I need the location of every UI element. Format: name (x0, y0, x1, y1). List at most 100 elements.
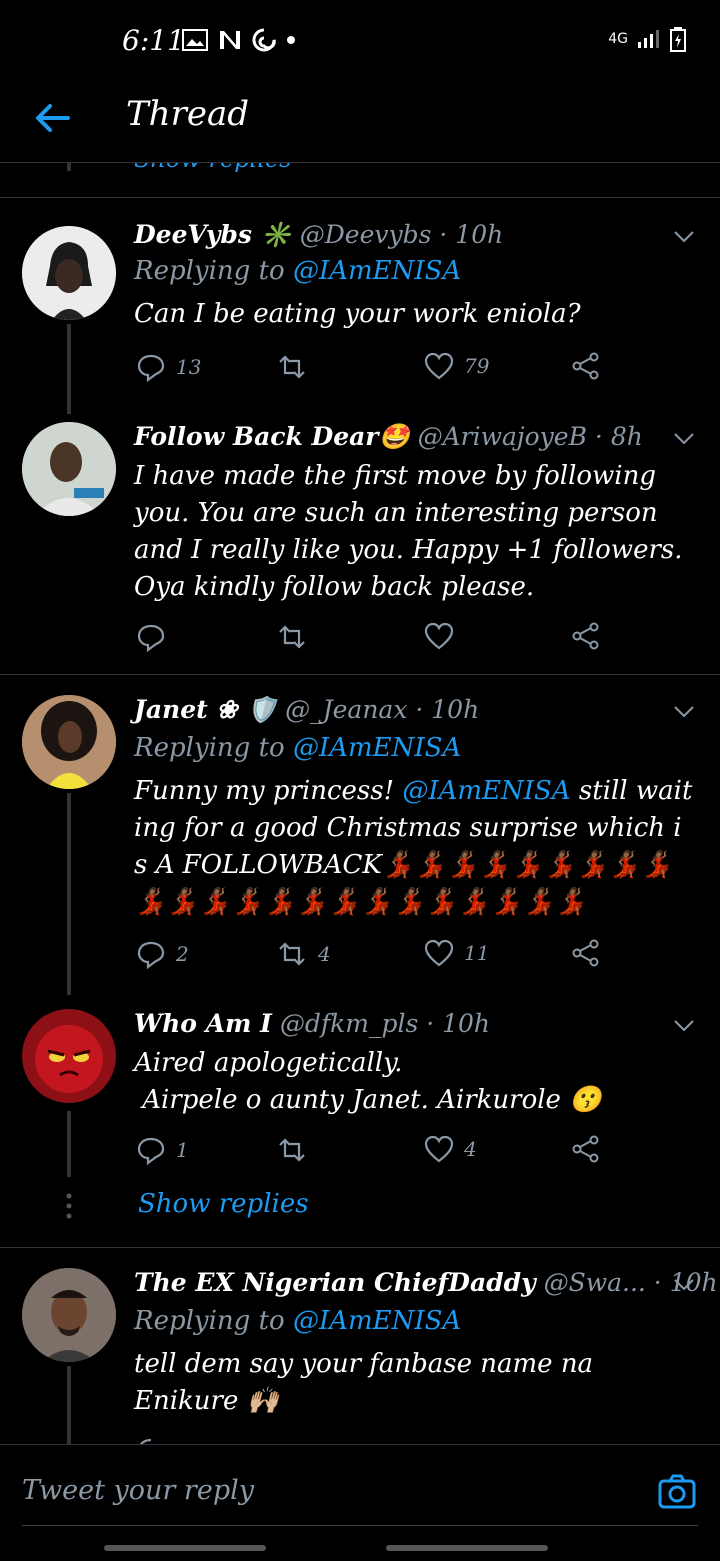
like-button[interactable]: 11 (424, 939, 489, 967)
avatar[interactable] (22, 1009, 116, 1103)
chevron-down-icon[interactable] (672, 699, 696, 723)
tweet-follow-back-dear[interactable]: Follow Back Dear🤩 @AriwajoyeB · 8h I hav… (0, 414, 720, 674)
tweet-text: Aired apologetically. Airpele o aunty Ja… (134, 1048, 602, 1115)
show-replies-peek[interactable]: Show replies (134, 163, 291, 173)
like-count: 11 (464, 941, 490, 965)
replying-to: Replying to @IAmENISA (134, 733, 462, 763)
share-button[interactable] (572, 939, 600, 967)
tweet-actions-partial (136, 1436, 616, 1444)
tweet-janet[interactable]: Janet ❀ 🛡️ @_Jeanax · 10h Replying to @I… (0, 675, 720, 995)
chevron-down-icon[interactable] (672, 426, 696, 450)
retweet-button[interactable]: 4 (276, 939, 331, 969)
reply-icon (137, 354, 165, 382)
reply-icon (137, 624, 165, 652)
tweet-text: I have made the first move by following … (134, 461, 683, 602)
swirl-icon (252, 28, 276, 52)
retweet-button[interactable] (276, 622, 318, 652)
heart-icon (424, 622, 454, 650)
reply-icon[interactable] (136, 1436, 166, 1444)
share-icon (572, 352, 599, 380)
retweet-icon (279, 1138, 305, 1162)
dot-icon (287, 36, 295, 44)
like-count: 79 (464, 354, 490, 378)
thread-line (67, 1366, 71, 1444)
reply-button[interactable]: 1 (136, 1135, 189, 1165)
mention-link[interactable]: @IAmENISA (293, 733, 461, 763)
tweet-chiefdaddy[interactable]: The EX Nigerian ChiefDaddy @Swa... · 10h… (0, 1248, 720, 1444)
like-count: 4 (464, 1137, 477, 1161)
tweet-actions (136, 622, 616, 656)
display-name[interactable]: Janet ❀ 🛡️ (134, 695, 277, 724)
nav-home[interactable] (386, 1545, 548, 1551)
status-time: 6:11 (122, 24, 185, 57)
camera-icon[interactable] (658, 1473, 696, 1511)
signal-icon (638, 30, 659, 48)
mention-link[interactable]: @IAmENISA (293, 256, 461, 286)
tweet-text: Funny my princess! @IAmENISA still waiti… (134, 776, 693, 917)
tweet-who-am-i[interactable]: Who Am I @dfkm_pls · 10h Aired apologeti… (0, 995, 720, 1247)
share-button[interactable] (572, 1135, 600, 1163)
system-nav-bar (104, 1545, 548, 1551)
tweet-text: tell dem say your fanbase name na Enikur… (134, 1349, 594, 1416)
tweet-actions: 2 4 11 (136, 939, 616, 973)
avatar[interactable] (22, 226, 116, 320)
page-title: Thread (126, 94, 249, 134)
display-name[interactable]: Who Am I (134, 1009, 272, 1038)
handle: @_Jeanax · 10h (285, 695, 480, 724)
retweet-button[interactable] (276, 1135, 318, 1165)
mention-link[interactable]: @IAmENISA (293, 1306, 461, 1336)
thread-line (67, 793, 71, 995)
thread-line (67, 1111, 71, 1177)
mention-link[interactable]: @IAmENISA (402, 776, 570, 806)
handle: @AriwajoyeB · 8h (417, 422, 643, 451)
display-name[interactable]: The EX Nigerian ChiefDaddy (134, 1268, 536, 1297)
show-replies-link[interactable]: Show replies (138, 1189, 309, 1219)
back-arrow-icon[interactable] (28, 94, 76, 142)
top-app-bar: Thread (0, 80, 720, 163)
chevron-down-icon[interactable] (672, 1013, 696, 1037)
share-button[interactable] (572, 352, 600, 380)
previous-item-peek: Show replies (0, 163, 720, 197)
handle: @dfkm_pls · 10h (279, 1009, 491, 1038)
status-bar: 6:11 4G (0, 0, 720, 80)
display-name[interactable]: DeeVybs ✳️ (134, 220, 292, 249)
reply-button[interactable]: 2 (136, 939, 189, 969)
chevron-down-icon[interactable] (672, 224, 696, 248)
n-icon (220, 31, 240, 49)
nav-recent[interactable] (104, 1545, 266, 1551)
reply-count: 13 (176, 355, 202, 379)
chevron-down-icon[interactable] (672, 1272, 696, 1296)
share-icon (572, 939, 599, 967)
retweet-icon (279, 355, 305, 379)
like-button[interactable]: 79 (424, 352, 489, 380)
tweet-text: Can I be eating your work eniola? (134, 299, 581, 329)
heart-icon (424, 352, 454, 380)
reply-button[interactable]: 13 (136, 352, 201, 382)
avatar[interactable] (22, 1268, 116, 1362)
avatar[interactable] (22, 695, 116, 789)
reply-count: 2 (176, 942, 189, 966)
tweet-deevybs[interactable]: DeeVybs ✳️ @Deevybs · 10h Replying to @I… (0, 198, 720, 414)
replying-to: Replying to @IAmENISA (134, 1306, 462, 1336)
battery-icon (670, 27, 686, 52)
heart-icon (424, 939, 454, 967)
display-name[interactable]: Follow Back Dear🤩 (134, 422, 410, 451)
retweet-count: 4 (318, 942, 331, 966)
replying-to: Replying to @IAmENISA (134, 256, 462, 286)
handle: @Deevybs · 10h (299, 220, 504, 249)
share-button[interactable] (572, 622, 600, 650)
gallery-icon (182, 29, 208, 51)
share-icon (572, 1135, 599, 1163)
tweet-actions: 13 79 (136, 352, 616, 386)
reply-input[interactable]: Tweet your reply (22, 1475, 254, 1506)
input-underline (22, 1525, 698, 1526)
retweet-button[interactable] (276, 352, 318, 382)
avatar[interactable] (22, 422, 116, 516)
tweet-actions: 1 4 (136, 1135, 616, 1169)
retweet-icon (279, 625, 305, 649)
reply-button[interactable] (136, 622, 176, 652)
reply-composer: Tweet your reply (0, 1444, 720, 1561)
thread-line (67, 324, 71, 414)
like-button[interactable]: 4 (424, 1135, 477, 1163)
like-button[interactable] (424, 622, 464, 650)
